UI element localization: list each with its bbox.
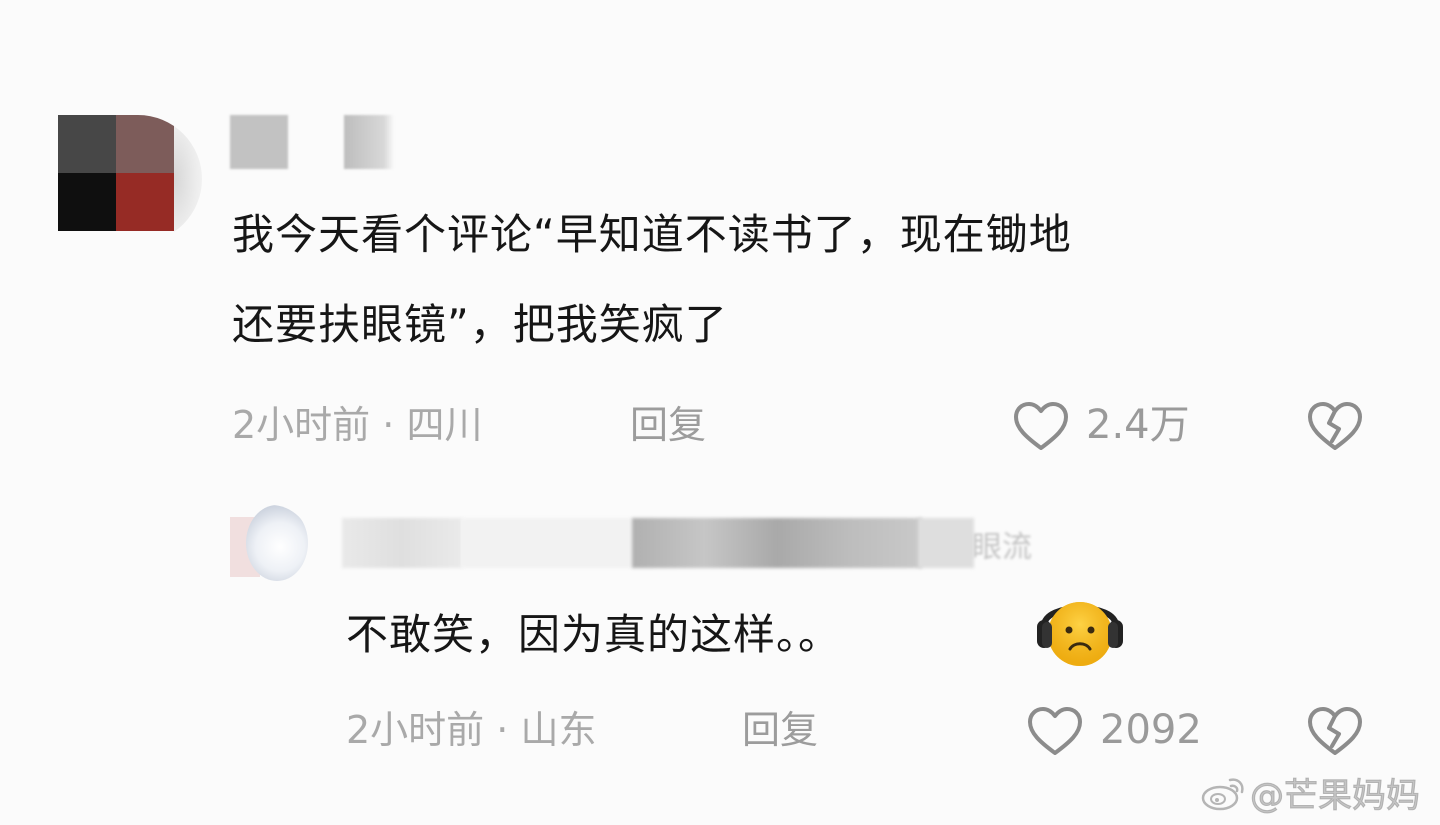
heart-outline-icon[interactable]: [1012, 401, 1070, 453]
comment-thread: 我今天看个评论“早知道不读书了，现在锄地 还要扶眼镜”，把我笑疯了 2小时前 ·…: [0, 0, 1440, 825]
comment-body: 我今天看个评论“早知道不读书了，现在锄地 还要扶眼镜”，把我笑疯了: [232, 190, 1382, 370]
broken-heart-icon[interactable]: [1306, 401, 1364, 453]
reply-button[interactable]: 回复: [630, 395, 706, 455]
like-count: 2.4万: [1086, 402, 1190, 448]
watermark-text: @芒果妈妈: [1250, 775, 1421, 816]
commenter-name-redacted-2[interactable]: [344, 115, 394, 169]
weibo-watermark: @芒果妈妈: [1200, 768, 1421, 816]
comment-line-1: 我今天看个评论“早知道不读书了，现在锄地: [232, 210, 1072, 259]
comment-meta: 2小时前 · 四川 回复 2.4万: [0, 395, 1440, 455]
reply-body: 不敢笑，因为真的这样。。: [346, 610, 842, 659]
reply-meta: 2小时前 · 山东 回复 2092: [0, 700, 1440, 760]
headphones-frowning-face-emoji: [1036, 594, 1124, 670]
reply-avatar[interactable]: [230, 505, 310, 583]
weibo-logo-icon: [1201, 778, 1244, 811]
comment-timestamp: 2小时前 · 四川: [232, 403, 483, 447]
reply-location: 山东: [520, 708, 597, 752]
heart-outline-icon[interactable]: [1026, 706, 1084, 758]
avatar-edge: [174, 115, 202, 243]
commenter-name-redacted[interactable]: [230, 115, 288, 169]
reply-timestamp: 2小时前 · 山东: [346, 708, 597, 752]
reply-target-redacted[interactable]: [632, 518, 922, 568]
reply-name-redacted-gap: [462, 518, 632, 568]
reply-like-count: 2092: [1100, 707, 1202, 753]
commenter-avatar[interactable]: [58, 115, 202, 243]
reply-name-fragment: 眼流: [972, 530, 1032, 565]
comment-line-2: 还要扶眼镜”，把我笑疯了: [232, 300, 728, 349]
reply-target-redacted-end: [918, 518, 974, 568]
comment-location: 四川: [406, 403, 483, 447]
avatar-mosaic-blur: [58, 115, 174, 231]
reply-name-redacted[interactable]: [342, 518, 462, 568]
broken-heart-icon[interactable]: [1306, 706, 1364, 758]
reply-to-reply-button[interactable]: 回复: [742, 700, 818, 760]
